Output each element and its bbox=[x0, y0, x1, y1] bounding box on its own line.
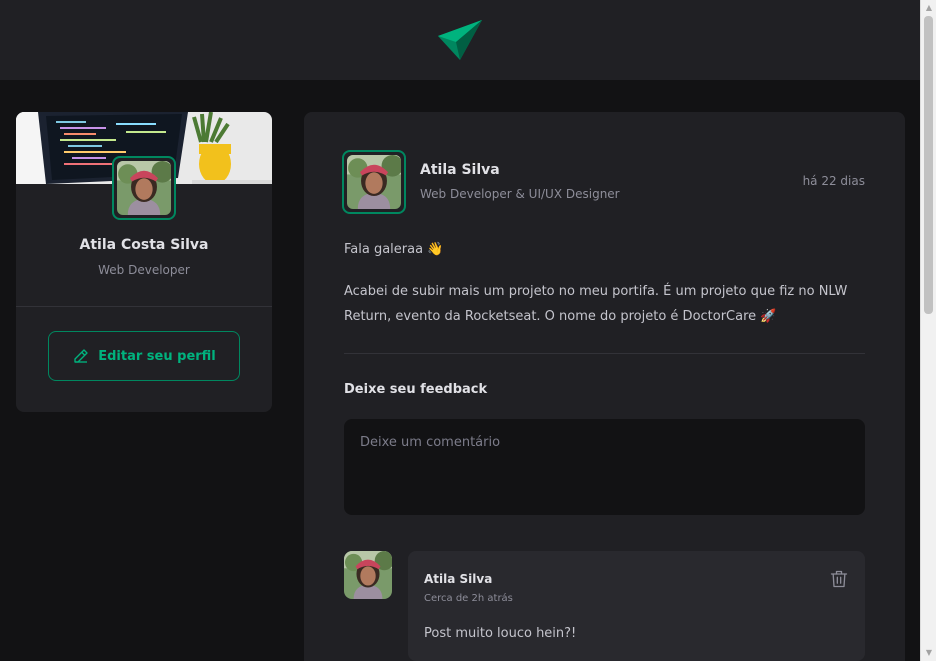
post-timestamp: há 22 dias bbox=[802, 174, 865, 188]
feedback-title: Deixe seu feedback bbox=[344, 382, 488, 397]
scroll-thumb[interactable] bbox=[924, 16, 933, 314]
scroll-down-arrow-icon[interactable]: ▼ bbox=[921, 645, 936, 661]
comment-text: Post muito louco hein?! bbox=[424, 626, 577, 641]
profile-name: Atila Costa Silva bbox=[79, 237, 209, 253]
post-paragraph: Fala galeraa 👋 bbox=[344, 242, 444, 257]
scroll-up-arrow-icon[interactable]: ▲ bbox=[921, 0, 936, 16]
post-divider bbox=[344, 353, 865, 354]
profile-role: Web Developer bbox=[98, 263, 190, 277]
sidebar-divider bbox=[16, 306, 272, 307]
edit-profile-button[interactable]: Editar seu perfil bbox=[48, 331, 240, 381]
sidebar-avatar[interactable] bbox=[112, 156, 176, 220]
comment-input[interactable] bbox=[344, 419, 865, 515]
user-photo bbox=[117, 161, 171, 215]
user-photo bbox=[344, 551, 392, 599]
post-paragraph: Acabei de subir mais um projeto no meu p… bbox=[344, 284, 848, 324]
trash-icon[interactable] bbox=[829, 569, 849, 589]
post-author-name: Atila Silva bbox=[420, 162, 500, 178]
comment-author: Atila Silva bbox=[424, 572, 493, 586]
post-author-role: Web Developer & UI/UX Designer bbox=[420, 187, 620, 201]
comment-avatar[interactable] bbox=[344, 551, 392, 599]
post-card: Atila Silva Web Developer & UI/UX Design… bbox=[304, 112, 905, 661]
paper-plane-logo-icon bbox=[438, 20, 482, 60]
post-author-avatar[interactable] bbox=[342, 150, 406, 214]
scrollbar[interactable]: ▲ ▼ bbox=[920, 0, 936, 661]
app-header bbox=[0, 0, 920, 80]
comment-item: Atila Silva Cerca de 2h atrás Post muito… bbox=[408, 551, 865, 661]
post-content: Fala galeraa 👋 Acabei de subir mais um p… bbox=[344, 237, 865, 346]
comment-timestamp: Cerca de 2h atrás bbox=[424, 593, 513, 604]
user-photo bbox=[347, 155, 401, 209]
edit-profile-label: Editar seu perfil bbox=[98, 348, 216, 364]
pencil-icon bbox=[74, 349, 88, 363]
profile-sidebar: Atila Costa Silva Web Developer Editar s… bbox=[16, 112, 272, 412]
